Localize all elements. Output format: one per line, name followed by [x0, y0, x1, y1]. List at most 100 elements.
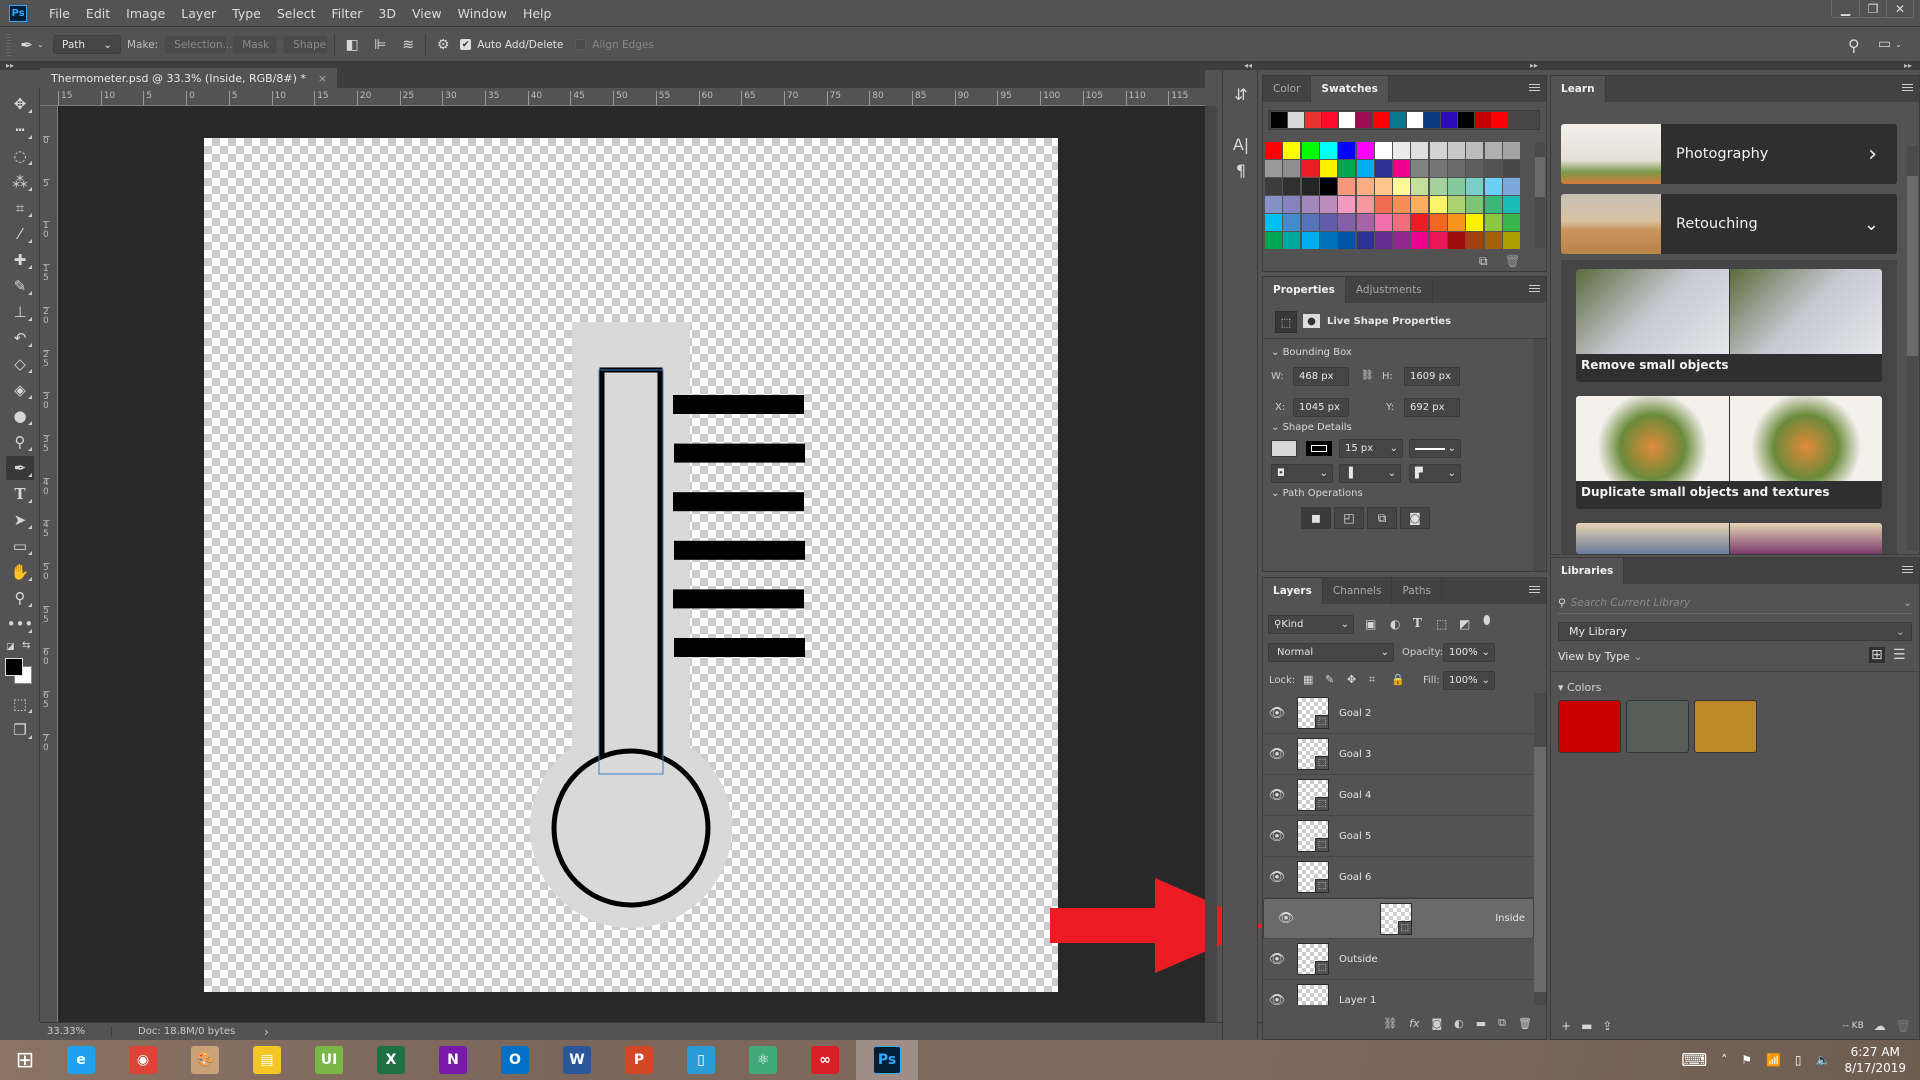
exclude-overlap-button[interactable]: ◙ [1400, 507, 1430, 529]
taskbar-chrome[interactable]: ◉ [112, 1040, 174, 1080]
panel-menu-icon[interactable] [1902, 566, 1913, 575]
stamp-tool[interactable]: ⊥ [6, 300, 34, 324]
visibility-eye-icon[interactable]: 👁 [1263, 747, 1291, 762]
list-view-icon[interactable]: ☰ [1893, 647, 1906, 663]
stroke-corners-select[interactable]: ▛ ⌄ [1409, 464, 1461, 483]
swatch[interactable] [1484, 196, 1502, 213]
swatch[interactable] [1374, 196, 1392, 213]
layer-row[interactable]: 👁 ⬚ Goal 2 [1263, 693, 1534, 734]
swatch[interactable] [1448, 196, 1465, 213]
swatch[interactable] [1466, 214, 1484, 231]
add-content-icon[interactable]: + [1561, 1019, 1571, 1033]
recent-swatch[interactable] [1322, 112, 1338, 128]
default-colors-icon[interactable]: ◪ [6, 642, 15, 652]
rectangle-tool[interactable]: ▭ [6, 534, 34, 558]
eyedropper-tool[interactable]: ⁄ [6, 222, 34, 246]
recent-swatch[interactable] [1407, 112, 1423, 128]
recent-swatch[interactable] [1271, 112, 1287, 128]
swatch[interactable] [1374, 142, 1392, 159]
swatch[interactable] [1338, 142, 1356, 159]
swatch[interactable] [1448, 178, 1465, 195]
library-search-input[interactable]: ⚲ Search Current Library ⌄ [1558, 592, 1912, 614]
taskbar-creative-cloud[interactable]: ∞ [794, 1040, 856, 1080]
path-alignment-icon[interactable]: ⊫ [369, 37, 391, 53]
swatch[interactable] [1466, 160, 1484, 177]
recent-swatch[interactable] [1390, 112, 1406, 128]
recent-swatch[interactable] [1492, 112, 1508, 128]
swatch[interactable] [1356, 160, 1374, 177]
swatch[interactable] [1301, 214, 1319, 231]
horizontal-ruler[interactable]: 15 10 5 0 5 10 15 20 25 30 35 40 45 50 55 60 65 70 75 80 85 9… [40, 88, 1205, 106]
expand-toolbar-icon[interactable]: ▸▸ [6, 61, 14, 70]
swatch[interactable] [1265, 196, 1282, 213]
panel-menu-icon[interactable] [1902, 84, 1913, 93]
swatch[interactable] [1301, 142, 1319, 159]
tab-channels[interactable]: Channels [1323, 578, 1393, 604]
swatch[interactable] [1484, 160, 1502, 177]
menu-help[interactable]: Help [515, 6, 560, 21]
swatch[interactable] [1356, 178, 1374, 195]
swatch[interactable] [1411, 142, 1429, 159]
swatch[interactable] [1356, 232, 1374, 249]
hand-tool[interactable]: ✋ [6, 560, 34, 584]
layer-row[interactable]: 👁 ⬚ Goal 6 [1263, 857, 1534, 898]
workspace-icon[interactable]: ▭ ⌄ [1878, 36, 1902, 52]
visibility-eye-icon[interactable]: 👁 [1263, 829, 1291, 844]
screen-mode-button[interactable]: ❐ [6, 718, 34, 742]
path-select-tool[interactable]: ➤ [6, 508, 34, 532]
library-color-swatch[interactable] [1626, 700, 1689, 753]
swatch[interactable] [1466, 232, 1484, 249]
stroke-align-select[interactable]: ◘ ⌄ [1271, 464, 1333, 483]
tutorial-card[interactable]: Duplicate small objects and textures [1576, 396, 1882, 509]
swatch[interactable] [1502, 142, 1520, 159]
upload-icon[interactable]: ⇪ [1602, 1019, 1612, 1033]
panel-menu-icon[interactable] [1529, 84, 1540, 93]
filter-type-icon[interactable]: T [1413, 616, 1422, 630]
swatch[interactable] [1265, 178, 1282, 195]
swatch[interactable] [1319, 142, 1337, 159]
menu-edit[interactable]: Edit [78, 6, 118, 21]
minimize-button[interactable]: ▁ [1832, 0, 1859, 17]
tab-layers[interactable]: Layers [1263, 578, 1323, 604]
taskbar-atom[interactable]: ⚛ [732, 1040, 794, 1080]
swatch[interactable] [1484, 142, 1502, 159]
tab-paths[interactable]: Paths [1392, 578, 1442, 604]
swatch[interactable] [1393, 160, 1411, 177]
swatch[interactable] [1448, 232, 1465, 249]
menu-filter[interactable]: Filter [323, 6, 370, 21]
swatch[interactable] [1338, 160, 1356, 177]
swatch[interactable] [1429, 178, 1447, 195]
swatch[interactable] [1429, 196, 1447, 213]
swatch[interactable] [1338, 214, 1356, 231]
zoom-tool[interactable]: ⚲ [6, 586, 34, 610]
view-by-type-select[interactable]: View by Type ⌄ [1558, 650, 1643, 663]
gear-icon[interactable]: ⚙ [432, 37, 454, 53]
height-field[interactable]: 1609 px [1404, 367, 1460, 386]
recent-swatch[interactable] [1424, 112, 1440, 128]
swatch[interactable] [1283, 178, 1301, 195]
swatch[interactable] [1356, 196, 1374, 213]
filter-toggle-icon[interactable]: ⬮ [1483, 613, 1491, 628]
tutorial-card[interactable]: Remove small objects [1576, 269, 1882, 382]
swatch[interactable] [1283, 196, 1301, 213]
swatch[interactable] [1356, 142, 1374, 159]
more-tools[interactable]: ••• [6, 612, 34, 636]
folder-icon[interactable]: ▬ [1581, 1019, 1592, 1033]
swatch[interactable] [1319, 160, 1337, 177]
collapse-panels-icon[interactable]: ◂◂ [1244, 61, 1252, 70]
tab-properties[interactable]: Properties [1263, 277, 1346, 303]
options-grip[interactable] [6, 33, 11, 56]
swap-colors-icon[interactable]: ⇆ [22, 640, 30, 651]
path-operations-section[interactable]: ⌄ Path Operations [1271, 488, 1363, 499]
adjustment-layer-icon[interactable]: ◐ [1454, 1017, 1464, 1030]
swatch[interactable] [1301, 160, 1319, 177]
swatch[interactable] [1319, 232, 1337, 249]
subtract-shape-button[interactable]: ◰ [1334, 507, 1364, 529]
panel-menu-icon[interactable] [1529, 285, 1540, 294]
swatch[interactable] [1338, 232, 1356, 249]
auto-add-delete-checkbox[interactable]: ✔ [460, 39, 472, 50]
stroke-color-swatch[interactable] [1305, 440, 1333, 457]
y-field[interactable]: 692 px [1404, 398, 1460, 417]
canvas-scrollbar[interactable] [1205, 106, 1217, 1022]
visibility-eye-icon[interactable]: 👁 [1263, 993, 1291, 1006]
